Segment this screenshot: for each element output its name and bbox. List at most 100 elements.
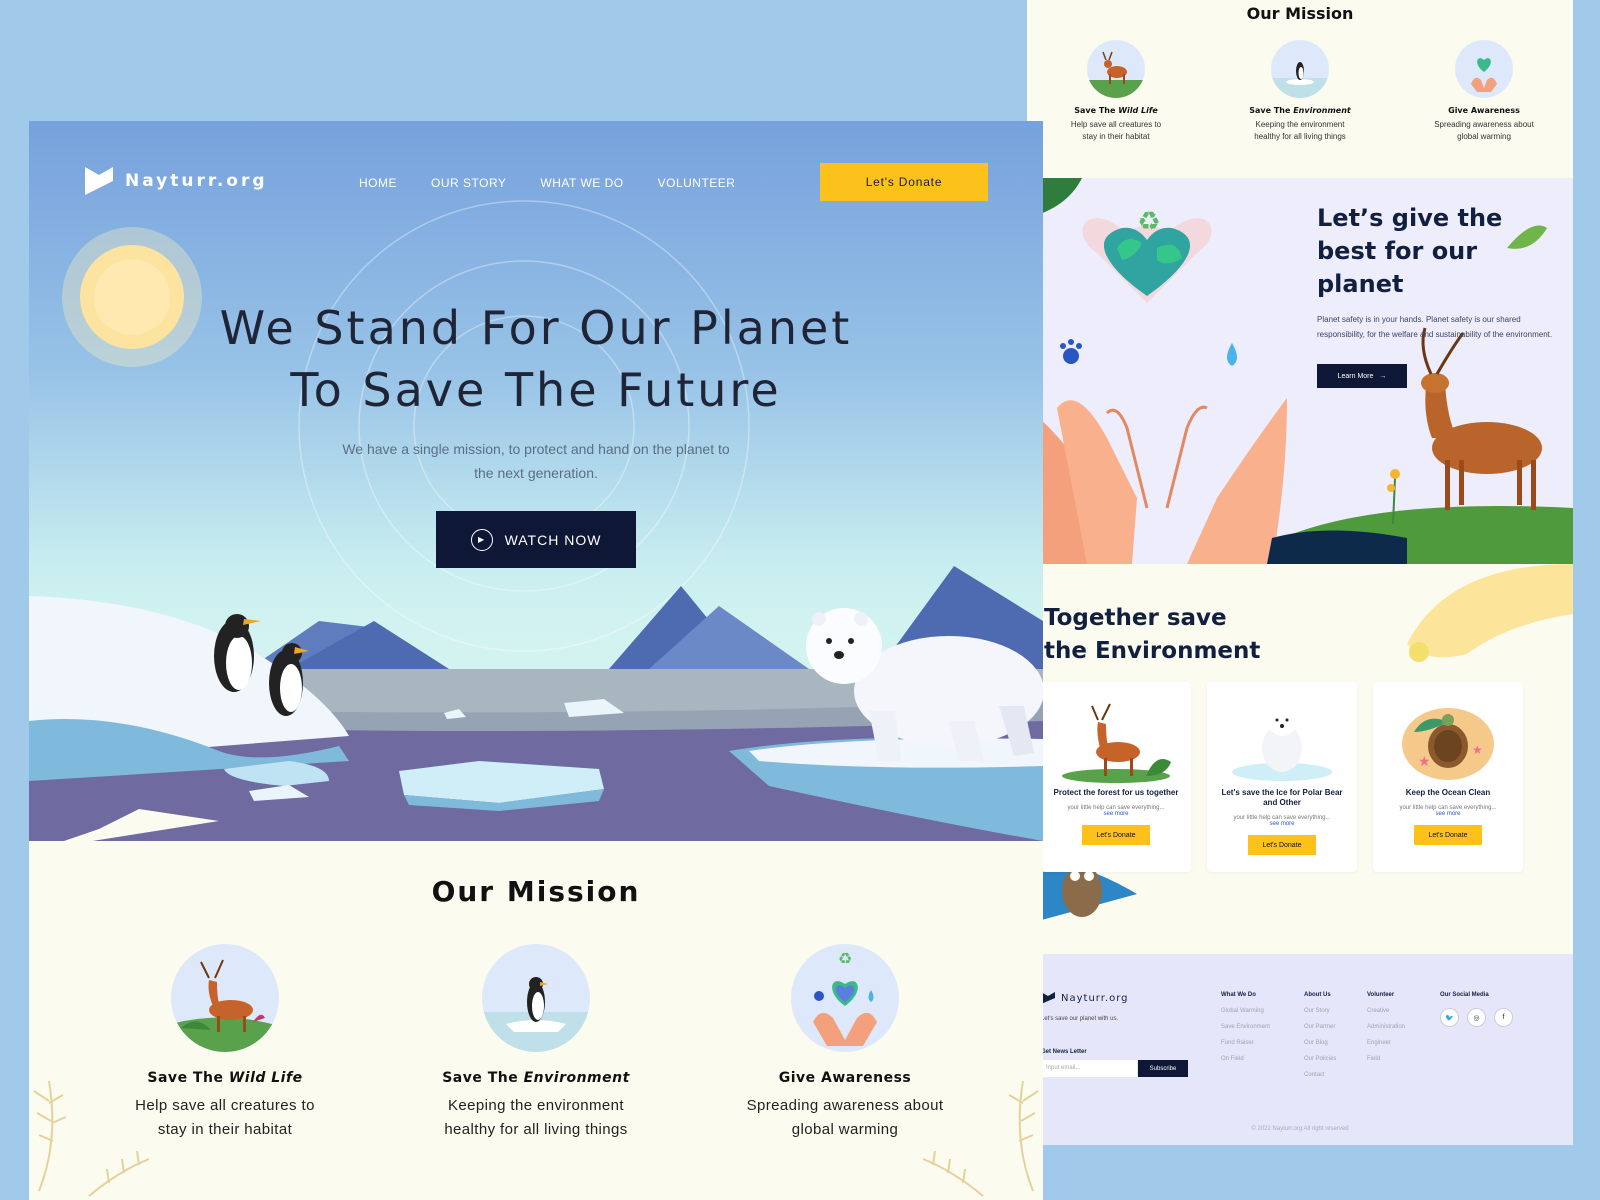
card-donate-button[interactable]: Let's Donate (1248, 835, 1316, 855)
mission-item-name: Give Awareness (778, 1070, 912, 1086)
donate-button[interactable]: Let's Donate (820, 163, 988, 201)
mission-item-name: Save The Environment (1249, 106, 1351, 115)
footer-link[interactable]: Contact (1304, 1072, 1336, 1078)
footer: Nayturr.org Let's save our planet with u… (1027, 954, 1573, 1145)
footer-column-about-us: About Us Our Story Our Partner Our Blog … (1304, 992, 1336, 1088)
card-donate-button[interactable]: Let's Donate (1414, 825, 1482, 845)
main-page-preview: Nayturr.org HOME OUR STORY WHAT WE DO VO… (29, 121, 1043, 1200)
footer-link[interactable]: Global Warming (1221, 1008, 1270, 1014)
campaign-card-ocean: ★ ★ Keep the Ocean Clean your little help… (1373, 682, 1523, 872)
footer-link[interactable]: Fund Raiser (1221, 1040, 1270, 1046)
footer-link[interactable]: Creative (1367, 1008, 1405, 1014)
newsletter-label: Get News Letter (1041, 1049, 1087, 1055)
nav-home[interactable]: HOME (359, 176, 397, 190)
brand-name: Nayturr.org (125, 171, 268, 191)
footer-column-heading: About Us (1304, 992, 1331, 998)
footer-logo[interactable]: Nayturr.org (1041, 992, 1129, 1004)
campaign-card-forest: Protect the forest for us together your … (1041, 682, 1191, 872)
mission-item-name: Save The Wild Life (1074, 106, 1158, 115)
see-more-link[interactable]: see more (1207, 821, 1357, 827)
newsletter-email-input[interactable]: Input email... (1041, 1060, 1137, 1077)
mission-item-wildlife: Save The Wild Life Help save all creatur… (1036, 40, 1196, 143)
mission-item-name: Save The Wild Life (147, 1070, 303, 1086)
footer-social: Our Social Media 🐦 ◎ f (1440, 992, 1513, 1027)
footer-link[interactable]: On Field (1221, 1056, 1270, 1062)
hero-subtitle: We have a single mission, to protect and… (342, 441, 730, 481)
deer-forest-illustration (1056, 692, 1176, 784)
svg-text:♻: ♻ (1137, 207, 1160, 237)
footer-tagline: Let's save our planet with us. (1041, 1016, 1119, 1022)
footer-link[interactable]: Our Story (1304, 1008, 1336, 1014)
penguin-icon (482, 944, 590, 1052)
secondary-page-preview: Our Mission Save The Wild Life Help save… (1027, 0, 1573, 1145)
instagram-icon[interactable]: ◎ (1467, 1008, 1486, 1027)
nav-what-we-do[interactable]: WHAT WE DO (540, 176, 623, 190)
footer-link[interactable]: Save Environment (1221, 1024, 1270, 1030)
flag-logo-icon (1041, 992, 1055, 1004)
learn-more-button[interactable]: Learn More → (1317, 364, 1407, 388)
mission-item-wildlife: Save The Wild Life Help save all creatur… (95, 944, 355, 1142)
subscribe-button[interactable]: Subscribe (1138, 1060, 1188, 1077)
social-heading: Our Social Media (1440, 992, 1489, 998)
hero-title: We Stand For Our Planet To Save The Futur… (219, 301, 853, 417)
best-for-planet-section: ♻ Let’s give the best for our planet Pla… (1027, 178, 1573, 564)
mission-item-desc: Help save all creatures to stay in their … (135, 1097, 315, 1138)
footer-link[interactable]: Our Blog (1304, 1040, 1336, 1046)
footer-column-heading: What We Do (1221, 992, 1256, 998)
mission-item-desc: Help save all creatures to stay in their … (1070, 120, 1162, 141)
see-more-link[interactable]: see more (1373, 811, 1523, 817)
mission-item-awareness: ♻ Give Awareness Spreading awareness abo… (715, 944, 975, 1142)
mission-item-name: Save The Environment (442, 1070, 630, 1086)
watch-now-label: WATCH NOW (504, 531, 602, 548)
deer-icon (1087, 40, 1145, 98)
mission-section: Our Mission Save The Wild Life Help save… (29, 841, 1043, 1200)
footer-column-heading: Volunteer (1367, 992, 1395, 998)
deer-icon (171, 944, 279, 1052)
mission-item-awareness: Give Awareness Spreading awareness about… (1404, 40, 1564, 143)
arrow-right-icon: → (1379, 372, 1387, 380)
hero-section: Nayturr.org HOME OUR STORY WHAT WE DO VO… (29, 121, 1043, 841)
mission-item-environment: Save The Environment Keeping the environ… (1220, 40, 1380, 143)
mission-title: Our Mission (1246, 4, 1354, 23)
play-icon: ▶ (470, 528, 493, 551)
nav-our-story[interactable]: OUR STORY (431, 176, 506, 190)
flag-logo-icon (85, 167, 113, 195)
see-more-link[interactable]: see more (1041, 811, 1191, 817)
watch-now-button[interactable]: ▶ WATCH NOW (436, 511, 636, 568)
card-donate-button[interactable]: Let's Donate (1082, 825, 1150, 845)
turtle-illustration: ★ ★ (1388, 692, 1508, 784)
footer-link[interactable]: Our Partner (1304, 1024, 1336, 1030)
nav-volunteer[interactable]: VOLUNTEER (658, 176, 736, 190)
svg-text:★: ★ (1418, 754, 1431, 770)
footer-brand-name: Nayturr.org (1061, 992, 1129, 1004)
mission-item-desc: Keeping the environment healthy for all l… (444, 1097, 628, 1138)
best-title: Let’s give the best for our planet (1317, 204, 1503, 298)
mission-item-desc: Spreading awareness about global warming (746, 1097, 944, 1138)
svg-text:♻: ♻ (838, 949, 852, 968)
svg-text:★: ★ (1472, 743, 1483, 757)
mission-item-desc: Spreading awareness about global warming (1434, 120, 1534, 141)
mission-item-name: Give Awareness (1448, 106, 1520, 115)
twitter-icon[interactable]: 🐦 (1440, 1008, 1459, 1027)
learn-more-label: Learn More (1337, 372, 1374, 380)
campaign-card-ice: Let's save the Ice for Polar Bear and Ot… (1207, 682, 1357, 872)
earth-heart-icon (1455, 40, 1513, 98)
card-title: Let's save the Ice for Polar Bear and Ot… (1221, 788, 1343, 807)
mission-title: Our Mission (431, 875, 641, 908)
penguin-icon (1271, 40, 1329, 98)
polar-bear-illustration (1222, 692, 1342, 784)
footer-link[interactable]: Administration (1367, 1024, 1405, 1030)
footer-link[interactable]: Field (1367, 1056, 1405, 1062)
together-save-section: Together save the Environment Protect the… (1027, 564, 1573, 954)
mission-section-compact: Our Mission Save The Wild Life Help save… (1027, 0, 1573, 178)
facebook-icon[interactable]: f (1494, 1008, 1513, 1027)
mission-item-desc: Keeping the environment healthy for all l… (1254, 120, 1346, 141)
card-title: Protect the forest for us together (1053, 788, 1179, 797)
mission-item-environment: Save The Environment Keeping the environ… (406, 944, 666, 1142)
footer-link[interactable]: Engineer (1367, 1040, 1405, 1046)
card-title: Keep the Ocean Clean (1405, 788, 1491, 797)
earth-heart-icon: ♻ (791, 944, 899, 1052)
footer-link[interactable]: Our Policies (1304, 1056, 1336, 1062)
best-description: Planet safety is in your hands. Planet s… (1317, 315, 1553, 339)
brand-logo[interactable]: Nayturr.org (85, 167, 268, 195)
